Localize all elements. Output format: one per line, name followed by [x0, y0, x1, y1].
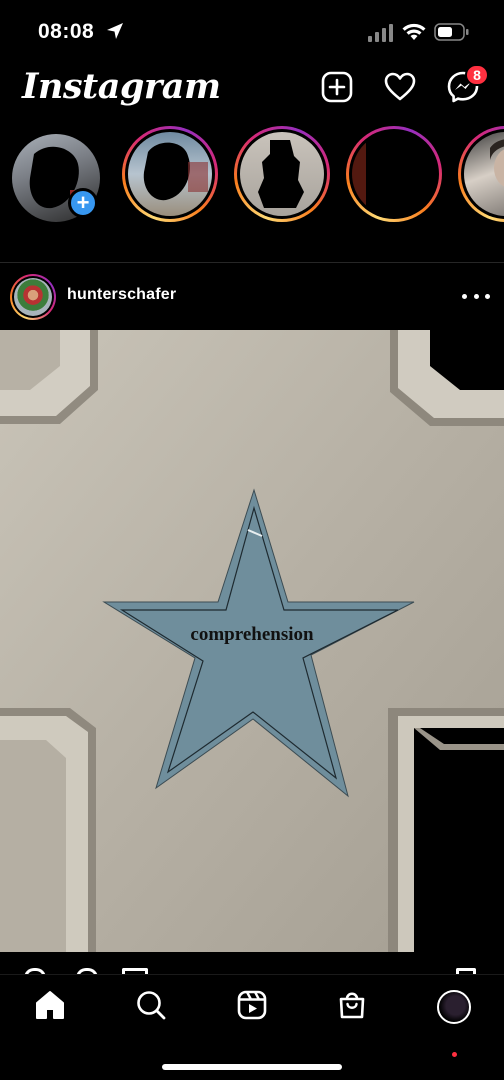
status-bar: 08:08: [0, 0, 504, 60]
story-item[interactable]: [234, 126, 330, 222]
story-avatar: [464, 132, 504, 216]
home-indicator[interactable]: [162, 1064, 342, 1070]
new-post-icon: [321, 71, 353, 108]
location-arrow-icon: [106, 22, 124, 45]
story-item[interactable]: [122, 126, 218, 222]
shop-icon: [336, 989, 368, 1026]
battery-icon: [434, 22, 470, 47]
story-avatar: [240, 132, 324, 216]
app-header: Instagram: [0, 60, 504, 122]
nav-profile-button[interactable]: [434, 987, 474, 1027]
activity-button[interactable]: [383, 72, 417, 106]
story-item[interactable]: [346, 126, 442, 222]
status-time: 08:08: [38, 20, 95, 43]
story-avatar: [128, 132, 212, 216]
wifi-icon: [402, 22, 426, 47]
search-icon: [135, 989, 167, 1026]
post-header: hunterschafer: [0, 270, 504, 326]
nav-home-button[interactable]: [30, 987, 70, 1027]
nav-shop-button[interactable]: [332, 987, 372, 1027]
post-author-avatar[interactable]: [10, 274, 56, 320]
story-item[interactable]: [458, 126, 504, 222]
story-avatar: [352, 132, 436, 216]
stories-divider: [0, 262, 504, 263]
profile-icon: [437, 990, 471, 1024]
reels-icon: [236, 989, 268, 1026]
cellular-signal-icon: [368, 24, 394, 47]
profile-notification-dot: [452, 1052, 457, 1057]
home-icon: [34, 989, 66, 1026]
messenger-badge: 8: [465, 64, 489, 86]
more-horizontal-icon: [462, 293, 467, 299]
post-image-text: comprehension: [190, 624, 314, 645]
more-options-button[interactable]: [462, 284, 490, 308]
nav-reels-button[interactable]: [232, 987, 272, 1027]
post-image[interactable]: comprehension: [0, 330, 504, 952]
post-username[interactable]: hunterschafer: [67, 286, 176, 304]
post-actions-row: [0, 952, 504, 974]
add-story-button[interactable]: +: [68, 188, 98, 218]
instagram-logo[interactable]: Instagram: [22, 66, 221, 107]
heart-icon: [384, 72, 416, 107]
new-post-button[interactable]: [320, 71, 354, 108]
nav-search-button[interactable]: [131, 987, 171, 1027]
